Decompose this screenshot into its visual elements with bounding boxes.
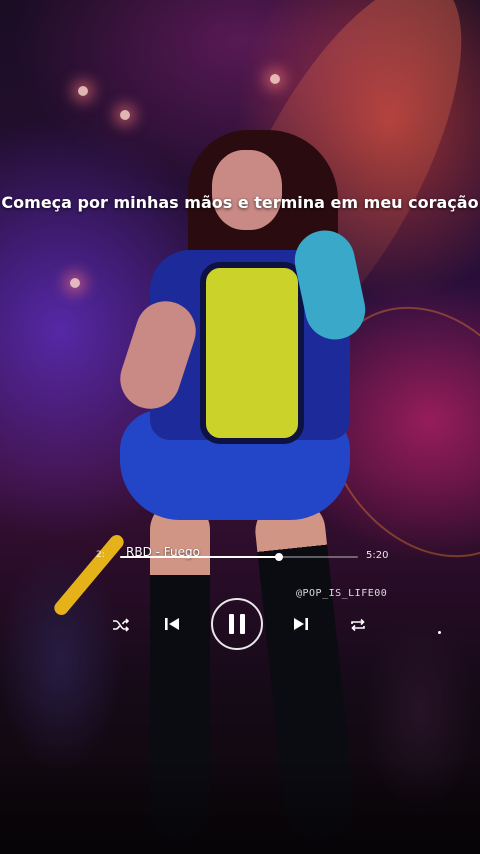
pause-icon [229,614,245,634]
elapsed-time: 2: [96,550,105,560]
repeat-button[interactable] [347,614,369,636]
watermark-handle: @POP_IS_LIFE00 [296,588,388,599]
repeat-icon [351,618,365,632]
shuffle-button[interactable] [110,614,132,636]
play-pause-button[interactable] [211,598,263,650]
progress-bar[interactable] [120,553,358,561]
skip-previous-icon [165,618,179,630]
skip-next-icon [294,618,308,630]
next-track-button[interactable] [289,612,313,636]
previous-track-button[interactable] [160,612,184,636]
progress-knob[interactable] [275,553,284,561]
indicator-dot [438,631,441,634]
progress-fill [120,556,280,558]
shuffle-icon [113,618,130,632]
music-player-overlay: 2: RBD - Fuego 5:20 @POP_IS_LIFE00 [0,0,480,854]
total-time: 5:20 [366,550,389,561]
